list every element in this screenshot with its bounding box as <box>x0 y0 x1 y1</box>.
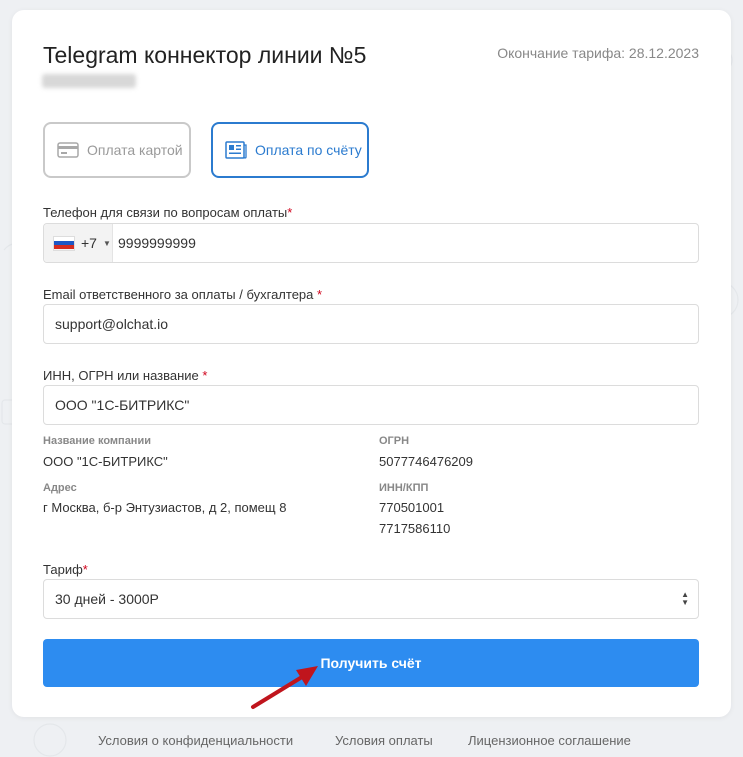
phone-input[interactable]: 9999999999 <box>113 235 196 251</box>
phone-label-text: Телефон для связи по вопросам оплаты <box>43 205 288 220</box>
expiry-label: Окончание тарифа: <box>497 45 626 61</box>
tariff-select[interactable]: 30 дней - 3000Р ▲ ▼ <box>43 579 699 619</box>
required-mark: * <box>82 562 88 577</box>
company-name-label: Название компании <box>43 435 151 447</box>
pay-by-invoice-label: Оплата по счёту <box>255 142 362 158</box>
tariff-expiry: Окончание тарифа: 28.12.2023 <box>497 45 699 61</box>
required-mark: * <box>202 368 208 383</box>
payment-terms-link[interactable]: Условия оплаты <box>335 733 433 748</box>
caret-down-icon: ▼ <box>102 238 111 248</box>
company-label: ИНН, ОГРН или название * <box>43 368 207 383</box>
tariff-label: Тариф* <box>43 562 88 577</box>
pay-by-card-label: Оплата картой <box>87 142 183 158</box>
required-mark: * <box>317 287 323 302</box>
tariff-selected-value: 30 дней - 3000Р <box>55 591 159 607</box>
tariff-label-text: Тариф <box>43 562 83 577</box>
required-mark: * <box>287 205 293 220</box>
ogrn-label: ОГРН <box>379 435 410 447</box>
privacy-policy-link[interactable]: Условия о конфиденциальности <box>98 733 293 748</box>
pay-by-invoice-button[interactable]: Оплата по счёту <box>211 122 369 178</box>
company-label-text: ИНН, ОГРН или название <box>43 368 199 383</box>
license-agreement-link[interactable]: Лицензионное соглашение <box>468 733 631 748</box>
company-name-value: ООО "1С-БИТРИКС" <box>43 454 168 469</box>
email-input[interactable]: support@olchat.io <box>43 304 699 344</box>
inn-kpp-label: ИНН/КПП <box>379 482 429 494</box>
inn-value: 770501001 <box>379 500 445 515</box>
company-search-input[interactable]: ООО "1С-БИТРИКС" <box>43 385 699 425</box>
page-title: Telegram коннектор линии №5 <box>43 42 367 68</box>
country-code-select[interactable]: +7 ▼ <box>44 224 113 262</box>
blurred-subtitle <box>42 74 136 88</box>
ogrn-value: 5077746476209 <box>379 454 473 469</box>
credit-card-icon <box>57 142 79 158</box>
address-value: г Москва, б-р Энтузиастов, д 2, помещ 8 <box>43 500 287 515</box>
select-arrows-icon: ▲ ▼ <box>681 590 689 607</box>
phone-label: Телефон для связи по вопросам оплаты* <box>43 205 292 220</box>
country-code: +7 <box>81 235 97 251</box>
payment-card: Telegram коннектор линии №5 Окончание та… <box>12 10 731 717</box>
email-label: Email ответственного за оплаты / бухгалт… <box>43 287 322 302</box>
invoice-icon <box>225 141 247 159</box>
get-invoice-button[interactable]: Получить счёт <box>43 639 699 687</box>
kpp-value: 7717586110 <box>379 521 451 536</box>
russia-flag-icon <box>53 235 75 251</box>
email-label-text: Email ответственного за оплаты / бухгалт… <box>43 287 314 302</box>
address-label: Адрес <box>43 482 77 494</box>
phone-field: +7 ▼ 9999999999 <box>43 223 699 263</box>
pay-by-card-button[interactable]: Оплата картой <box>43 122 191 178</box>
expiry-date: 28.12.2023 <box>628 45 699 61</box>
